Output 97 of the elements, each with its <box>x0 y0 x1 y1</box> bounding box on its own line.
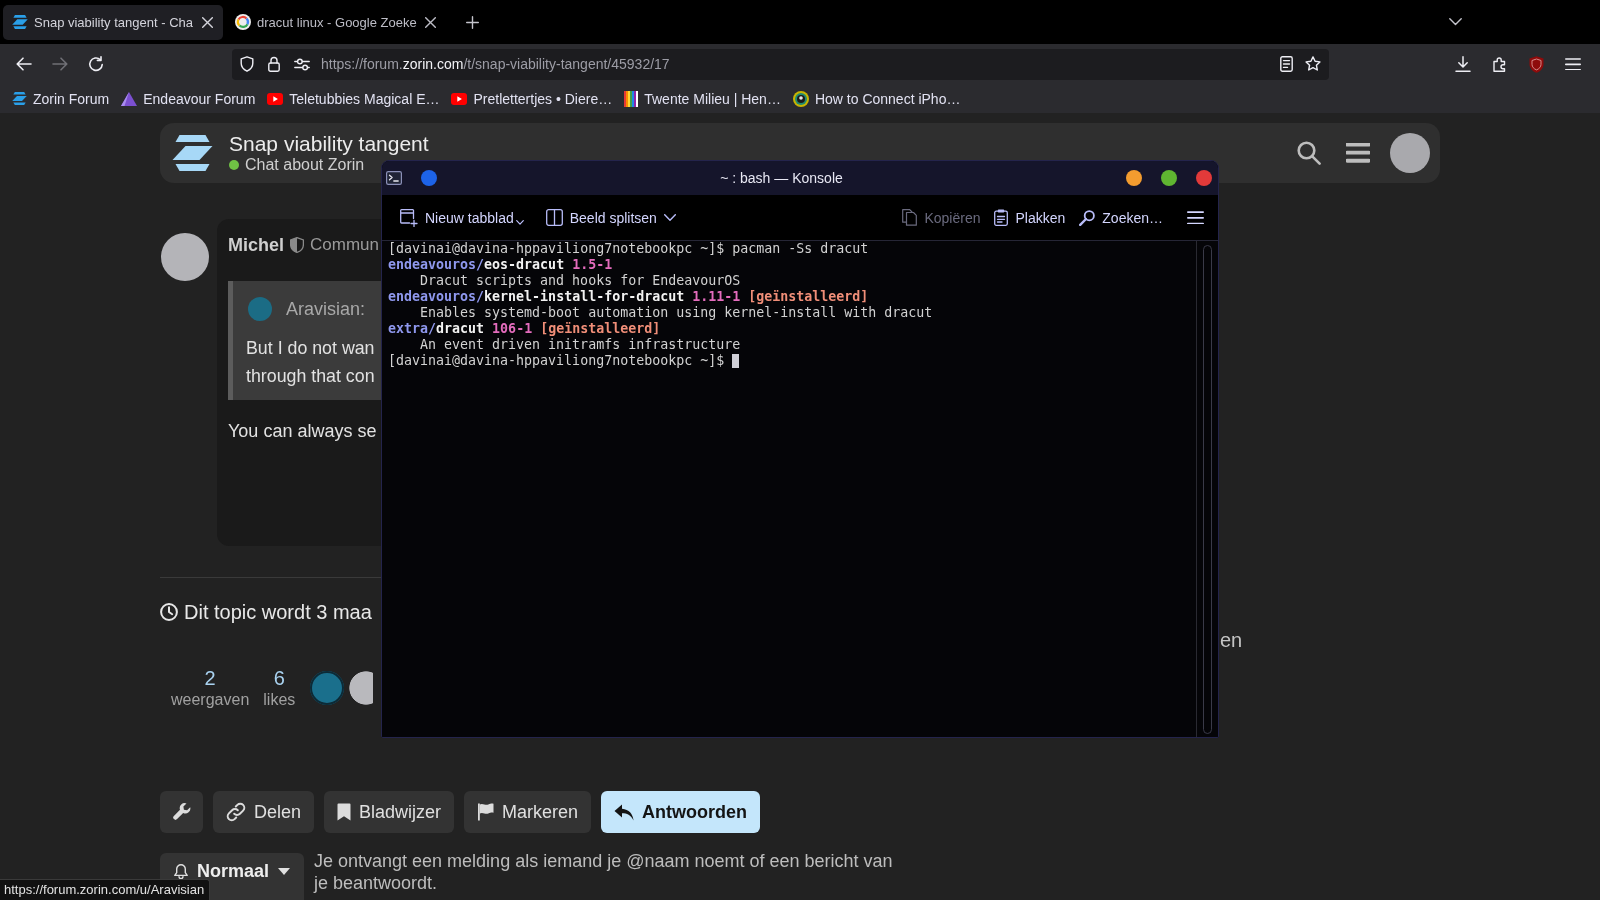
bookmark-item[interactable]: Pretlettertjes • Diere… <box>451 90 613 107</box>
cursor-icon <box>732 354 740 368</box>
window-title: ~ : bash — Konsole <box>719 170 844 186</box>
reply-icon <box>614 803 635 821</box>
bell-icon <box>174 864 188 879</box>
category-dot-icon <box>229 159 239 170</box>
shield-badge-icon[interactable] <box>1529 55 1544 73</box>
stat-label: likes <box>263 690 296 710</box>
download-icon[interactable] <box>1455 56 1471 72</box>
bookmark-item[interactable]: How to Connect iPho… <box>792 90 961 107</box>
address-field[interactable]: https://forum.zorin.com/t/snap-viability-tangent/45932/17 <box>232 48 1329 80</box>
user-avatar[interactable] <box>349 671 374 705</box>
author-name[interactable]: Michel <box>228 234 284 256</box>
split-view-button[interactable]: Beeld splitsen <box>541 205 680 230</box>
rainbow-stripes-icon <box>624 90 639 107</box>
new-tab-button[interactable]: Nieuw tabblad <box>396 204 528 231</box>
terminal-line: endeavouros/kernel-install-for-dracut 1.11-1 [geïnstalleerd] <box>388 289 869 305</box>
z-logo-icon <box>172 135 213 171</box>
terminal-line: [davinai@davina-hppaviliong7notebookpc ~]$ <box>388 353 725 369</box>
caret-icon <box>278 868 291 875</box>
terminal-line: endeavouros/eos-dracut 1.5-1 <box>388 257 613 273</box>
quote-text: through that con <box>246 365 375 388</box>
close-icon[interactable] <box>425 16 436 28</box>
topic-title[interactable]: Snap viability tangent <box>229 131 429 156</box>
url-tooltip: https://forum.zorin.com/u/Aravisian <box>0 879 211 900</box>
menu-icon[interactable] <box>1187 210 1204 225</box>
quote-author: Aravisian: <box>286 298 366 320</box>
clock-icon <box>160 603 178 621</box>
action-button[interactable]: Bladwijzer <box>324 791 455 833</box>
reply-button[interactable]: Antwoorden <box>601 791 761 833</box>
search-icon[interactable] <box>1297 141 1321 165</box>
forward-arrow-icon[interactable] <box>52 57 68 71</box>
star-icon[interactable] <box>1305 56 1321 72</box>
bookmark-item[interactable]: Zorin Forum <box>12 90 110 107</box>
play-button-icon <box>451 92 468 105</box>
copy-icon <box>902 209 918 226</box>
link-icon <box>226 802 246 822</box>
z-logo-icon <box>12 92 27 105</box>
url-text[interactable]: https://forum.zorin.com/t/snap-viability-tangent/45932/17 <box>321 56 670 72</box>
paste-button[interactable]: Plakken <box>990 205 1070 230</box>
clipboard-icon <box>994 209 1009 226</box>
category-link[interactable]: Chat about Zorin <box>245 154 365 175</box>
post-text: You can always se <box>228 420 377 443</box>
reload-icon[interactable] <box>88 56 104 72</box>
back-arrow-icon[interactable] <box>16 57 32 71</box>
shield-icon[interactable] <box>240 56 254 72</box>
user-avatar[interactable] <box>1390 133 1430 173</box>
close-icon[interactable] <box>202 16 213 28</box>
notification-text: Je ontvangt een melding als iemand je @naam noemt of een bericht van je beantwoordt. <box>314 850 894 894</box>
sliders-icon[interactable] <box>294 57 310 71</box>
chevron-icon[interactable] <box>1449 18 1462 26</box>
topic-timer-text: Dit topic wordt 3 maa <box>184 600 372 624</box>
puzzle-icon[interactable] <box>1492 56 1508 72</box>
maximize-button[interactable] <box>1161 170 1177 186</box>
admin-button[interactable] <box>160 791 203 833</box>
browser-tab[interactable]: dracut linux - Google Zoeke <box>226 4 446 40</box>
wrench-icon <box>172 803 191 821</box>
terminal-line: Enables systemd-boot automation using kernel-install with dracut <box>420 305 933 321</box>
minimize-button[interactable] <box>1126 170 1142 186</box>
bookmark-item[interactable]: Endeavour Forum <box>121 90 256 107</box>
caret-icon[interactable] <box>515 219 524 225</box>
ring-logo-icon <box>235 14 251 30</box>
last-activity[interactable]: en <box>1220 628 1243 652</box>
user-title: Commun <box>310 235 379 255</box>
bookmark-item[interactable]: Twente Milieu | Hen… <box>624 90 781 107</box>
new-tab-icon <box>400 208 418 227</box>
find-button[interactable]: Zoeken… <box>1075 205 1167 230</box>
shield-icon <box>290 237 304 253</box>
triangle-icon <box>121 91 138 106</box>
terminal-line: Dracut scripts and hooks for EndeavourOS <box>420 273 741 289</box>
flag-icon <box>477 803 495 821</box>
lock-icon[interactable] <box>268 56 280 72</box>
terminal-line: An event driven initramfs infrastructure <box>420 337 741 353</box>
action-button[interactable]: Delen <box>213 791 315 833</box>
z-logo-icon <box>12 15 28 29</box>
stat-label: weergaven <box>171 690 250 710</box>
close-button[interactable] <box>1196 170 1212 186</box>
browser-tab[interactable]: Snap viability tangent - Cha <box>3 4 223 40</box>
search-icon <box>1079 209 1096 226</box>
menu-icon[interactable] <box>1346 143 1370 163</box>
bookmark-icon <box>337 803 352 821</box>
chevron-icon[interactable] <box>663 214 676 221</box>
quote-text: But I do not wan <box>246 337 375 360</box>
stat-value: 2 <box>204 666 216 690</box>
split-view-icon <box>545 209 563 226</box>
plus-icon[interactable] <box>466 15 479 29</box>
terminal-line: extra/dracut 106-1 [geïnstalleerd] <box>388 321 661 337</box>
document-icon[interactable] <box>1280 56 1293 72</box>
dot-icon[interactable] <box>421 170 437 186</box>
bookmark-item[interactable]: Teletubbies Magical E… <box>267 90 440 107</box>
stat-value: 6 <box>273 666 285 690</box>
terminal-icon <box>386 171 402 185</box>
play-button-icon <box>267 92 284 105</box>
user-avatar[interactable] <box>161 233 209 281</box>
action-button[interactable]: Markeren <box>464 791 592 833</box>
terminal-line: [davinai@davina-hppaviliong7notebookpc ~]$ pacman -Ss dracut <box>388 241 869 257</box>
round-badge-icon <box>792 90 809 107</box>
